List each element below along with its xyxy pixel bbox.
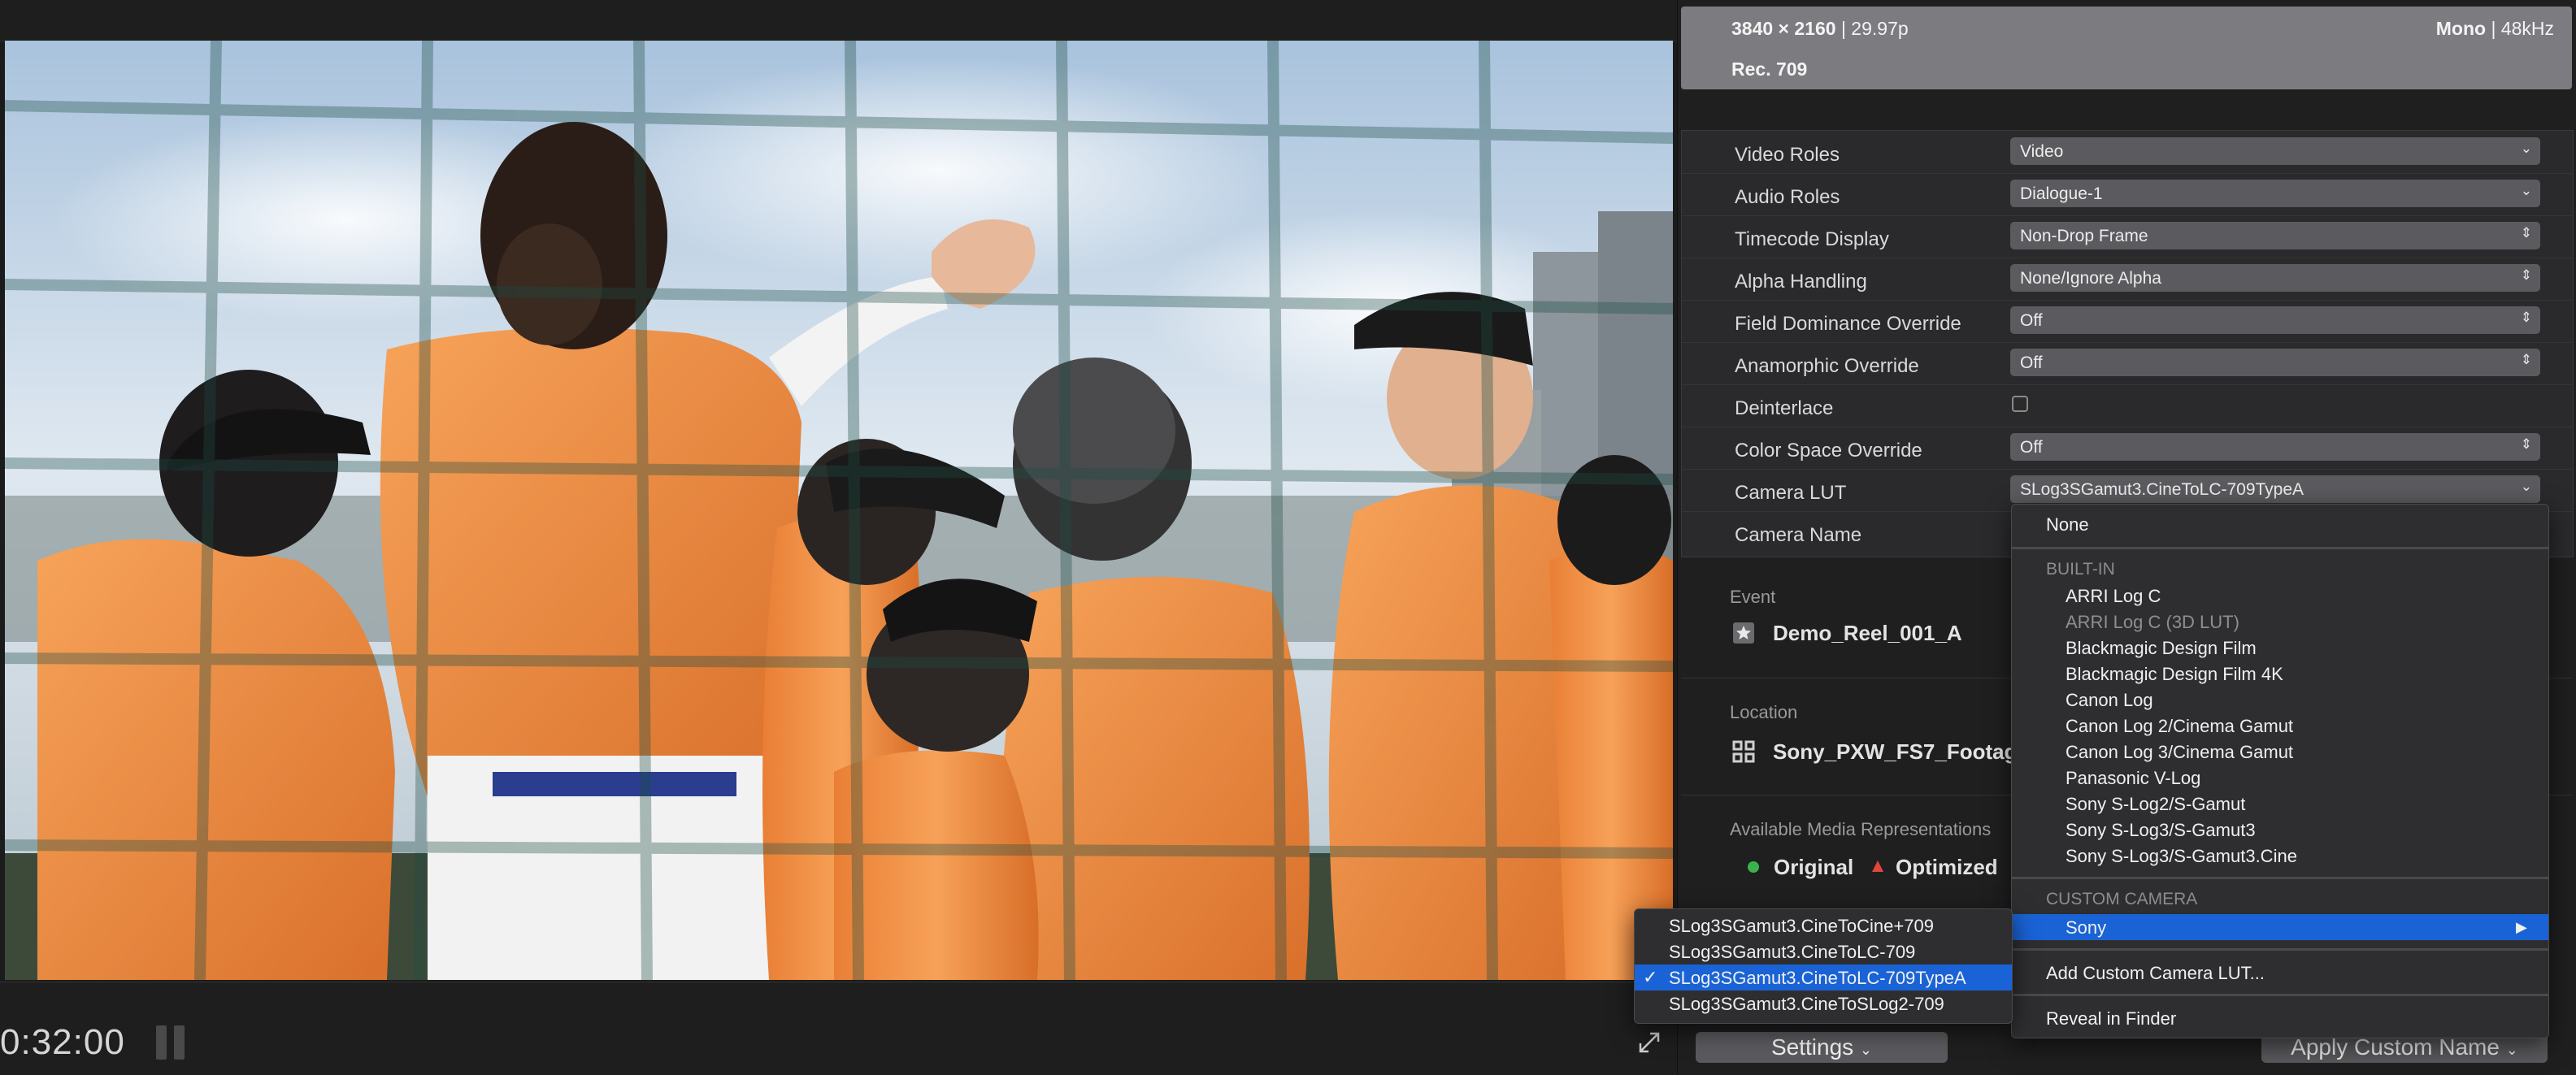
prop-label: Video Roles xyxy=(1735,144,1840,166)
stepper-arrows-icon: ⇕ xyxy=(2520,267,2532,283)
original-label: Original xyxy=(1774,855,1854,879)
menu-item-reveal-in-finder[interactable]: Reveal in Finder xyxy=(2012,1005,2548,1031)
resolution: 3840 × 2160 xyxy=(1731,18,1836,39)
menu-item-none[interactable]: None xyxy=(2012,511,2548,537)
original-status-icon xyxy=(1748,861,1759,873)
menu-header-custom-camera: CUSTOM CAMERA xyxy=(2046,890,2198,908)
menu-header-built-in: BUILT-IN xyxy=(2046,560,2115,579)
prop-label: Alpha Handling xyxy=(1735,271,1867,293)
menu-item-builtin[interactable]: Sony S-Log3/S-Gamut3.Cine xyxy=(2012,843,2548,869)
menu-item-builtin[interactable]: Panasonic V-Log xyxy=(2012,765,2548,791)
prop-row-field-dominance: Field Dominance Override Off ⇕ xyxy=(1682,300,2573,343)
prop-row-audio-roles: Audio Roles Dialogue-1 ⌄ xyxy=(1682,173,2573,216)
submenu-item[interactable]: SLog3SGamut3.CineToSLog2-709 xyxy=(1635,990,2012,1016)
menu-item-builtin[interactable]: Blackmagic Design Film xyxy=(2012,635,2548,661)
settings-button[interactable]: Settings ⌄ xyxy=(1696,1032,1948,1063)
color-space: Rec. 709 xyxy=(1731,59,1808,80)
stepper-arrows-icon: ⇕ xyxy=(2520,225,2532,241)
menu-item-builtin[interactable]: Blackmagic Design Film 4K xyxy=(2012,661,2548,687)
menu-separator xyxy=(2012,877,2548,879)
prop-row-timecode-display: Timecode Display Non-Drop Frame ⇕ xyxy=(1682,215,2573,258)
prop-row-alpha-handling: Alpha Handling None/Ignore Alpha ⇕ xyxy=(1682,258,2573,301)
viewer-bottom-bar xyxy=(0,982,1677,1075)
location-name[interactable]: Sony_PXW_FS7_Footage xyxy=(1773,739,2029,765)
video-frame-image xyxy=(5,41,1673,980)
camera-lut-menu: None BUILT-IN ARRI Log C ARRI Log C (3D … xyxy=(2011,504,2549,1038)
chevron-down-icon: ⌄ xyxy=(2520,141,2532,156)
audio-channels: Mono xyxy=(2435,18,2487,39)
stepper-arrows-icon: ⇕ xyxy=(2520,310,2532,325)
video-format: 3840 × 2160 | 29.97p xyxy=(1731,18,1909,40)
submenu-arrow-icon: ▶ xyxy=(2516,919,2527,935)
optimized-label: Optimized xyxy=(1896,855,1998,879)
prop-label: Camera LUT xyxy=(1735,482,1847,504)
anamorphic-select[interactable]: Off ⇕ xyxy=(2010,349,2540,376)
optimized-warning-icon xyxy=(1871,860,1884,873)
menu-item-builtin[interactable]: Canon Log xyxy=(2012,687,2548,713)
prop-label: Camera Name xyxy=(1735,524,1862,546)
location-label: Location xyxy=(1730,702,1798,722)
alpha-handling-select[interactable]: None/Ignore Alpha ⇕ xyxy=(2010,264,2540,292)
submenu-item-selected[interactable]: ✓ SLog3SGamut3.CineToLC-709TypeA xyxy=(1635,964,2012,990)
library-icon xyxy=(1731,739,1756,764)
menu-item-sony[interactable]: Sony ▶ xyxy=(2012,914,2548,940)
framerate: | 29.97p xyxy=(1840,18,1909,39)
prop-row-deinterlace: Deinterlace xyxy=(1682,384,2573,427)
menu-separator xyxy=(2012,994,2548,996)
prop-label: Deinterlace xyxy=(1735,397,1834,419)
menu-item-builtin[interactable]: ARRI Log C xyxy=(2012,583,2548,609)
deinterlace-checkbox[interactable] xyxy=(2012,396,2028,412)
chevron-down-icon: ⌄ xyxy=(2520,479,2532,494)
checkmark-icon: ✓ xyxy=(1643,967,1658,987)
timecode-display-select[interactable]: Non-Drop Frame ⇕ xyxy=(2010,222,2540,249)
prop-label: Audio Roles xyxy=(1735,186,1840,208)
field-dominance-select[interactable]: Off ⇕ xyxy=(2010,306,2540,334)
event-name[interactable]: Demo_Reel_001_A xyxy=(1773,621,1962,646)
menu-item-builtin[interactable]: Sony S-Log3/S-Gamut3 xyxy=(2012,817,2548,843)
menu-item-builtin[interactable]: Sony S-Log2/S-Gamut xyxy=(2012,791,2548,817)
prop-label: Timecode Display xyxy=(1735,228,1889,250)
fullscreen-icon[interactable] xyxy=(1639,1032,1660,1053)
stepper-arrows-icon: ⇕ xyxy=(2520,352,2532,367)
prop-label: Color Space Override xyxy=(1735,440,1922,462)
submenu-item[interactable]: SLog3SGamut3.CineToCine+709 xyxy=(1635,912,2012,938)
clip-info-header: 3840 × 2160 | 29.97p Mono | 48kHz Rec. 7… xyxy=(1681,7,2572,89)
sony-lut-submenu: SLog3SGamut3.CineToCine+709 SLog3SGamut3… xyxy=(1634,908,2013,1024)
menu-item-builtin-disabled: ARRI Log C (3D LUT) xyxy=(2066,612,2239,632)
audio-roles-select[interactable]: Dialogue-1 ⌄ xyxy=(2010,180,2540,207)
menu-separator xyxy=(2012,547,2548,549)
viewer-top-bar xyxy=(0,0,1677,41)
video-roles-select[interactable]: Video ⌄ xyxy=(2010,137,2540,165)
media-representations-label: Available Media Representations xyxy=(1730,819,1992,839)
prop-row-anamorphic: Anamorphic Override Off ⇕ xyxy=(1682,342,2573,385)
audio-rate: | 48kHz xyxy=(2491,18,2554,39)
submenu-item[interactable]: SLog3SGamut3.CineToLC-709 xyxy=(1635,938,2012,964)
timecode-separator xyxy=(156,1025,167,1060)
event-label: Event xyxy=(1730,587,1776,607)
prop-label: Field Dominance Override xyxy=(1735,313,1961,335)
prop-label: Anamorphic Override xyxy=(1735,355,1919,377)
menu-item-builtin[interactable]: Canon Log 2/Cinema Gamut xyxy=(2012,713,2548,739)
audio-format: Mono | 48kHz xyxy=(2436,18,2554,40)
stepper-arrows-icon: ⇕ xyxy=(2520,436,2532,452)
chevron-down-icon: ⌄ xyxy=(2520,183,2532,198)
timecode-separator xyxy=(174,1025,185,1060)
camera-lut-select[interactable]: SLog3SGamut3.CineToLC-709TypeA ⌄ xyxy=(2010,475,2540,503)
chevron-down-icon: ⌄ xyxy=(2505,1042,2518,1058)
prop-row-video-roles: Video Roles Video ⌄ xyxy=(1682,131,2573,174)
menu-item-builtin[interactable]: Canon Log 3/Cinema Gamut xyxy=(2012,739,2548,765)
prop-row-color-space: Color Space Override Off ⇕ xyxy=(1682,427,2573,470)
video-frame[interactable] xyxy=(5,41,1673,980)
chevron-down-icon: ⌄ xyxy=(1859,1042,1873,1058)
timecode-display: 0:32:00 xyxy=(0,1022,125,1062)
color-space-select[interactable]: Off ⇕ xyxy=(2010,433,2540,461)
clip-properties: Video Roles Video ⌄ Audio Roles Dialogue-… xyxy=(1681,130,2574,557)
star-icon xyxy=(1733,622,1754,644)
menu-separator xyxy=(2012,948,2548,951)
menu-item-add-custom-lut[interactable]: Add Custom Camera LUT... xyxy=(2012,960,2548,986)
